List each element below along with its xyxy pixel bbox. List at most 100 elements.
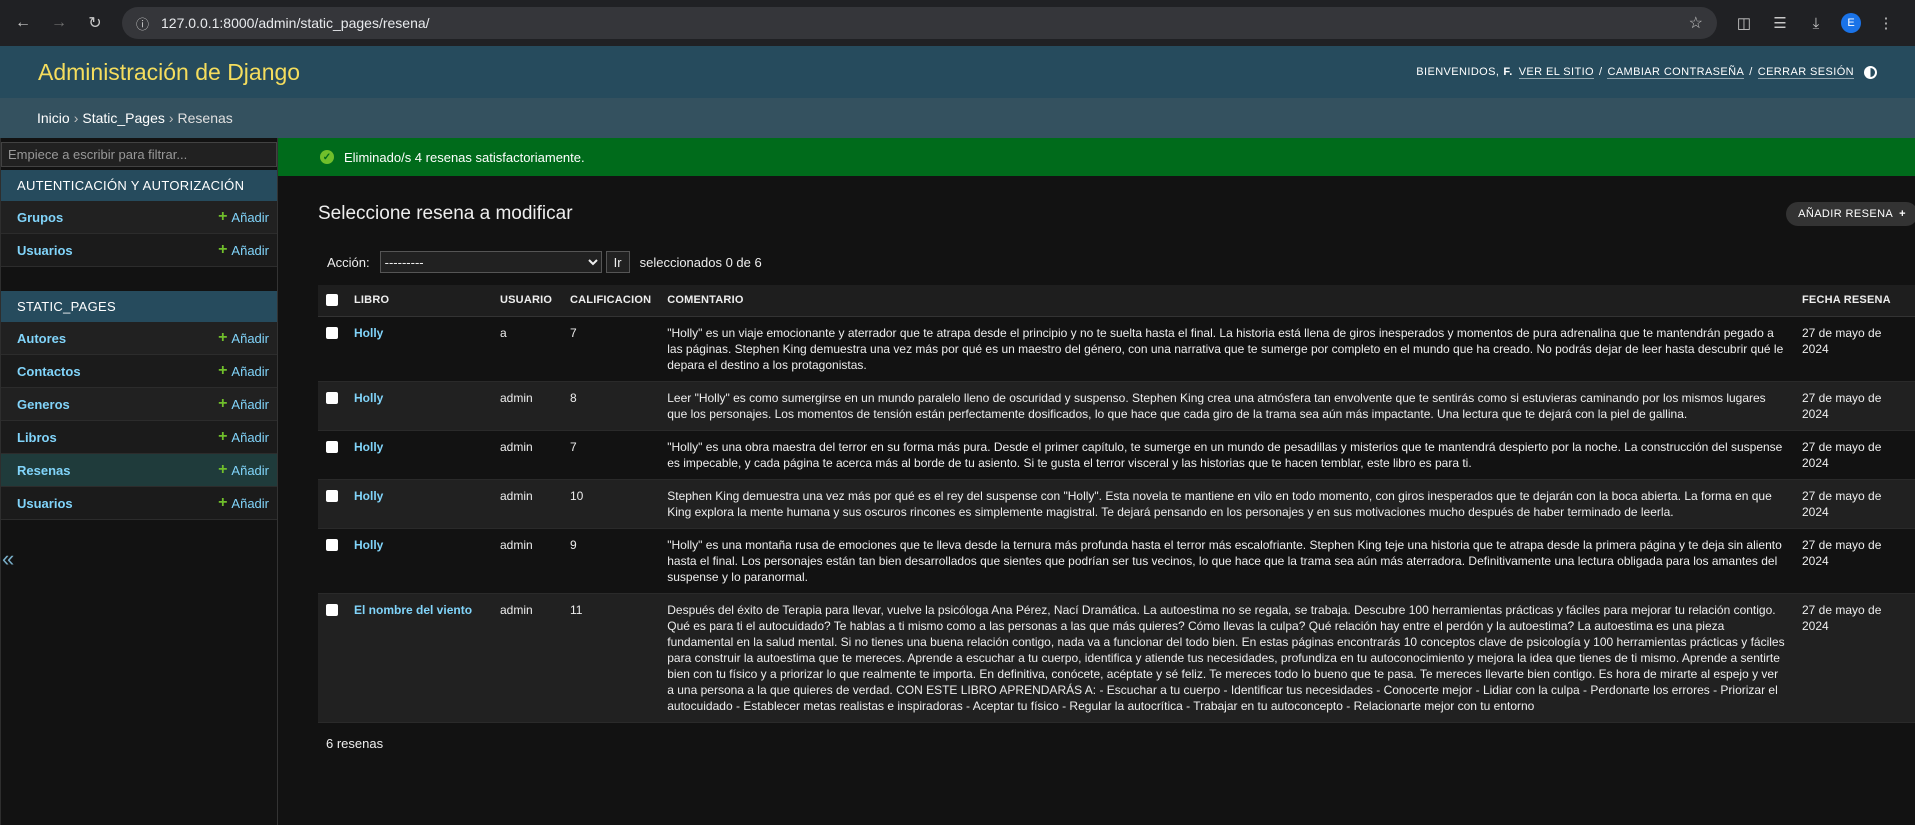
add-autores-link[interactable]: + Añadir (218, 329, 269, 347)
add-resenas-link[interactable]: + Añadir (218, 461, 269, 479)
model-link-usuarios-static[interactable]: Usuarios (17, 496, 73, 511)
selection-counter: seleccionados 0 de 6 (639, 254, 762, 270)
col-header-calificacion[interactable]: CALIFICACION (562, 285, 660, 317)
col-header-libro[interactable]: LIBRO (346, 285, 492, 317)
media-controls-icon[interactable]: ☰ (1769, 14, 1791, 32)
breadcrumb-app[interactable]: Static_Pages (82, 110, 165, 126)
row-checkbox[interactable] (326, 440, 338, 453)
table-row: Holly a 7 "Holly" es un viaje emocionant… (318, 316, 1915, 382)
view-site-link[interactable]: VER EL SITIO (1518, 66, 1594, 79)
user-tools: BIENVENIDOS, F. VER EL SITIO / CAMBIAR C… (1416, 65, 1877, 79)
add-label: Añadir (231, 330, 269, 346)
add-grupos-link[interactable]: + Añadir (218, 208, 269, 226)
site-branding[interactable]: Administración de Django (38, 59, 300, 86)
model-link-usuarios[interactable]: Usuarios (17, 243, 73, 258)
row-checkbox[interactable] (326, 538, 338, 551)
libro-link[interactable]: Holly (354, 538, 383, 552)
sidebar-item-libros: Libros + Añadir (1, 421, 277, 454)
success-message: ✓ Eliminado/s 4 resenas satisfactoriamen… (278, 138, 1915, 176)
site-info-icon[interactable]: ⓘ (136, 14, 149, 33)
col-header-fecha[interactable]: FECHA RESENA (1794, 285, 1915, 317)
add-icon: + (218, 428, 228, 445)
libro-link[interactable]: El nombre del viento (354, 603, 472, 617)
add-icon: + (218, 362, 228, 379)
libro-link[interactable]: Holly (354, 391, 383, 405)
bookmark-star-icon[interactable]: ☆ (1689, 13, 1703, 33)
add-generos-link[interactable]: + Añadir (218, 395, 269, 413)
cell-calificacion: 9 (562, 528, 660, 594)
action-label: Acción: (327, 254, 370, 270)
row-select-cell (318, 316, 346, 382)
model-link-autores[interactable]: Autores (17, 331, 66, 346)
col-header-comentario[interactable]: COMENTARIO (659, 285, 1794, 317)
libro-link[interactable]: Holly (354, 326, 383, 340)
separator: / (1749, 66, 1753, 78)
cell-libro: Holly (346, 430, 492, 480)
sidebar-item-autores: Autores + Añadir (1, 322, 277, 355)
menu-icon[interactable]: ⋮ (1875, 14, 1897, 32)
add-label: Añadir (231, 429, 269, 445)
theme-toggle-icon[interactable] (1864, 65, 1877, 79)
collapse-sidebar-icon[interactable]: « (2, 546, 14, 572)
breadcrumb-home[interactable]: Inicio (37, 110, 70, 126)
add-label: Añadir (231, 363, 269, 379)
change-password-link[interactable]: CAMBIAR CONTRASEÑA (1607, 66, 1745, 79)
select-all-checkbox[interactable] (326, 293, 338, 306)
add-label: Añadir (231, 495, 269, 511)
add-contactos-link[interactable]: + Añadir (218, 362, 269, 380)
url-text[interactable]: 127.0.0.1:8000/admin/static_pages/resena… (161, 15, 1689, 31)
add-label: Añadir (231, 209, 269, 225)
success-check-icon: ✓ (320, 150, 334, 164)
row-checkbox[interactable] (326, 603, 338, 616)
cell-fecha: 27 de mayo de 2024 (1794, 528, 1915, 594)
add-resena-button[interactable]: AÑADIR RESENA + (1786, 202, 1915, 226)
row-checkbox[interactable] (326, 326, 338, 339)
extensions-icon[interactable]: ◫ (1733, 14, 1755, 32)
action-select[interactable]: --------- (379, 251, 602, 273)
cell-libro: Holly (346, 316, 492, 382)
module-caption-static-pages[interactable]: STATIC_PAGES (1, 291, 277, 322)
add-usuarios-link[interactable]: + Añadir (218, 241, 269, 259)
add-icon: + (218, 395, 228, 412)
add-label: Añadir (231, 396, 269, 412)
cell-comentario: Leer "Holly" es como sumergirse en un mu… (659, 381, 1794, 431)
add-label: Añadir (231, 242, 269, 258)
cell-usuario: admin (492, 381, 562, 431)
model-link-generos[interactable]: Generos (17, 397, 70, 412)
logout-link[interactable]: CERRAR SESIÓN (1757, 66, 1854, 79)
row-select-cell (318, 479, 346, 529)
sidebar-item-usuarios-static: Usuarios + Añadir (1, 487, 277, 520)
paginator: 6 resenas (326, 735, 384, 751)
libro-link[interactable]: Holly (354, 489, 383, 503)
model-link-contactos[interactable]: Contactos (17, 364, 81, 379)
libro-link[interactable]: Holly (354, 440, 383, 454)
row-checkbox[interactable] (326, 391, 338, 404)
address-bar[interactable]: ⓘ 127.0.0.1:8000/admin/static_pages/rese… (122, 7, 1717, 39)
cell-usuario: admin (492, 479, 562, 529)
page-title: Seleccione resena a modificar (318, 203, 573, 224)
model-link-resenas[interactable]: Resenas (17, 463, 70, 478)
col-header-usuario[interactable]: USUARIO (492, 285, 562, 317)
add-usuarios-static-link[interactable]: + Añadir (218, 494, 269, 512)
add-resena-label: AÑADIR RESENA (1798, 208, 1894, 220)
cell-usuario: admin (492, 430, 562, 480)
profile-avatar[interactable]: E (1841, 13, 1861, 33)
add-icon: + (218, 208, 228, 225)
row-checkbox[interactable] (326, 489, 338, 502)
go-button[interactable]: Ir (605, 251, 630, 273)
model-link-libros[interactable]: Libros (17, 430, 57, 445)
success-message-text: Eliminado/s 4 resenas satisfactoriamente… (344, 149, 585, 165)
back-icon[interactable]: ← (8, 8, 38, 38)
sidebar-toggle-column: « (0, 138, 14, 825)
reload-icon[interactable]: ↻ (80, 8, 110, 38)
cell-libro: Holly (346, 381, 492, 431)
sidebar-filter-input[interactable]: Empiece a escribir para filtrar... (1, 142, 277, 167)
downloads-icon[interactable]: ⤓ (1805, 15, 1827, 32)
model-link-grupos[interactable]: Grupos (17, 210, 63, 225)
add-libros-link[interactable]: + Añadir (218, 428, 269, 446)
welcome-text: BIENVENIDOS, (1416, 66, 1500, 78)
breadcrumb-current: Resenas (177, 110, 233, 126)
module-caption-auth[interactable]: AUTENTICACIÓN Y AUTORIZACIÓN (1, 170, 277, 201)
forward-icon[interactable]: → (44, 8, 74, 38)
cell-usuario: a (492, 316, 562, 382)
